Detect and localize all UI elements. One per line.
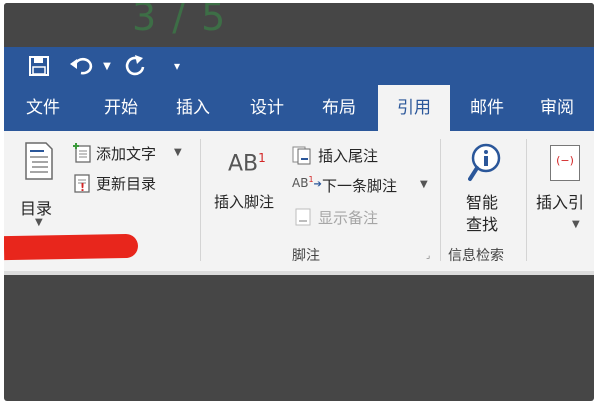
- customize-qat-icon: ▾: [173, 59, 181, 73]
- quick-access-toolbar: ▼ ▾: [4, 47, 594, 85]
- insert-footnote-button[interactable]: AB1 插入脚注: [210, 145, 292, 219]
- footnotes-group-label: 脚注: [292, 248, 320, 264]
- show-notes-button[interactable]: 显示备注: [292, 205, 402, 229]
- ribbon-panel: 目录 ▼ 添加文字 ▼ ! 更新目录 AB1 插入脚注 插入尾注 AB1➔ 下一…: [4, 131, 594, 271]
- tab-design[interactable]: 设计: [236, 85, 298, 131]
- chevron-down-icon: ▼: [174, 147, 182, 158]
- ribbon-tabs: 文件 开始 插入 设计 布局 引用 邮件 审阅: [4, 85, 594, 131]
- redaction-mark: [4, 233, 139, 261]
- insert-citation-label: 插入引: [536, 193, 585, 212]
- page-number: 3 / 5: [132, 3, 228, 39]
- tab-review[interactable]: 审阅: [526, 85, 588, 131]
- update-toc-button[interactable]: ! 更新目录: [70, 171, 180, 195]
- table-of-contents-icon: [25, 142, 53, 180]
- endnote-icon: [292, 146, 311, 165]
- save-button[interactable]: [24, 52, 54, 80]
- smart-lookup-label-1: 智能: [466, 193, 499, 212]
- add-text-button[interactable]: 添加文字 ▼: [70, 141, 190, 165]
- customize-qat-button[interactable]: ▾: [168, 52, 186, 80]
- next-footnote-button[interactable]: AB1➔ 下一条脚注 ▼: [292, 173, 432, 197]
- undo-dropdown-button[interactable]: ▼: [100, 52, 114, 80]
- ribbon-bottom-edge: [4, 271, 594, 275]
- document-area-top: 3 / 5: [4, 3, 594, 47]
- research-group-label: 信息检索: [448, 248, 504, 264]
- tab-file[interactable]: 文件: [12, 85, 74, 131]
- add-text-label: 添加文字: [96, 145, 157, 163]
- next-footnote-icon: AB1➔: [292, 175, 322, 190]
- chevron-down-icon: ▼: [420, 179, 428, 190]
- tab-layout[interactable]: 布局: [308, 85, 370, 131]
- tab-references[interactable]: 引用: [378, 85, 450, 131]
- smart-lookup-button[interactable]: 智能 查找: [448, 141, 522, 237]
- update-toc-icon: !: [74, 174, 90, 193]
- svg-text:!: !: [80, 181, 85, 193]
- add-text-icon: [73, 143, 91, 163]
- save-icon: [29, 56, 49, 76]
- smart-lookup-label-2: 查找: [466, 215, 499, 234]
- undo-button[interactable]: [66, 52, 98, 80]
- toc-label: 目录: [20, 199, 53, 218]
- tab-home[interactable]: 开始: [90, 85, 152, 131]
- citation-icon: (−): [550, 145, 580, 181]
- redo-button[interactable]: [120, 52, 150, 80]
- show-notes-label: 显示备注: [318, 209, 379, 227]
- smart-lookup-icon: [468, 143, 501, 181]
- tab-insert[interactable]: 插入: [162, 85, 224, 131]
- footnote-icon: AB1: [228, 151, 266, 177]
- dialog-launcher-icon[interactable]: ⌟: [426, 251, 430, 261]
- redo-icon: [125, 55, 145, 76]
- group-separator: [200, 139, 201, 261]
- group-separator: [440, 139, 441, 261]
- chevron-down-icon: ▼: [572, 219, 580, 230]
- tab-mailings[interactable]: 邮件: [456, 85, 518, 131]
- insert-endnote-label: 插入尾注: [318, 147, 379, 165]
- screenshot-frame: 3 / 5 ▼ ▾ 文件 开始 插入 设计 布局 引用 邮件 审阅 目录 ▼ 添…: [4, 3, 594, 401]
- insert-endnote-button[interactable]: 插入尾注: [292, 143, 402, 167]
- update-toc-label: 更新目录: [96, 175, 157, 193]
- chevron-down-icon: ▼: [35, 217, 43, 228]
- insert-footnote-label: 插入脚注: [214, 193, 275, 211]
- group-separator: [526, 139, 527, 261]
- insert-citation-button[interactable]: (−) 插入引 ▼: [532, 143, 594, 239]
- chevron-down-icon: ▼: [103, 60, 111, 72]
- undo-icon: [70, 57, 93, 75]
- toc-button[interactable]: 目录 ▼: [8, 137, 70, 229]
- next-footnote-label: 下一条脚注: [322, 177, 398, 195]
- show-notes-icon: [295, 208, 311, 226]
